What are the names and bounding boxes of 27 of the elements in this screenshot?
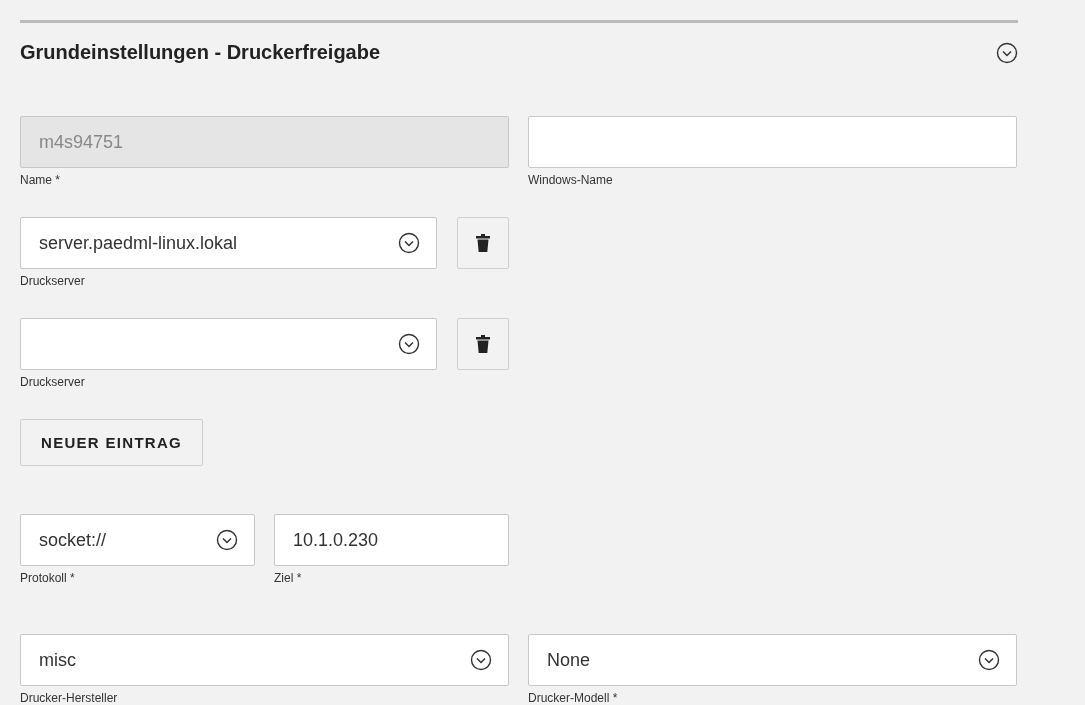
delete-button[interactable] [457,217,509,269]
input-field[interactable]: 10.1.0.230 [274,514,509,566]
dropdown-field[interactable]: None [528,634,1017,686]
field-label: Druckserver [20,375,85,389]
input-field[interactable] [528,116,1017,168]
field-label: Windows-Name [528,173,613,187]
new-entry-button[interactable]: NEUER EINTRAG [20,419,204,466]
trash-icon [476,335,490,353]
field-label: Drucker-Hersteller [20,691,118,705]
delete-button[interactable] [457,318,509,370]
chevron-down-icon[interactable] [398,333,420,355]
chevron-down-icon[interactable] [216,529,238,551]
dropdown-field[interactable]: server.paedml-linux.lokal [20,217,437,269]
trash-icon [476,234,490,252]
chevron-down-icon[interactable] [398,232,420,254]
field-label: Druckserver [20,274,85,288]
collapse-icon[interactable] [996,41,1018,64]
field-label: Protokoll * [20,571,75,585]
dropdown-field[interactable]: socket:// [20,514,255,566]
dropdown-field[interactable] [20,318,437,370]
field-label: Ziel * [274,571,302,585]
chevron-down-icon[interactable] [978,649,1000,671]
field-label: Name * [20,173,60,187]
section-title: Grundeinstellungen - Druckerfreigabe [20,41,381,64]
chevron-down-icon[interactable] [470,649,492,671]
dropdown-field[interactable]: misc [20,634,509,686]
field-label: Drucker-Modell * [528,691,618,705]
